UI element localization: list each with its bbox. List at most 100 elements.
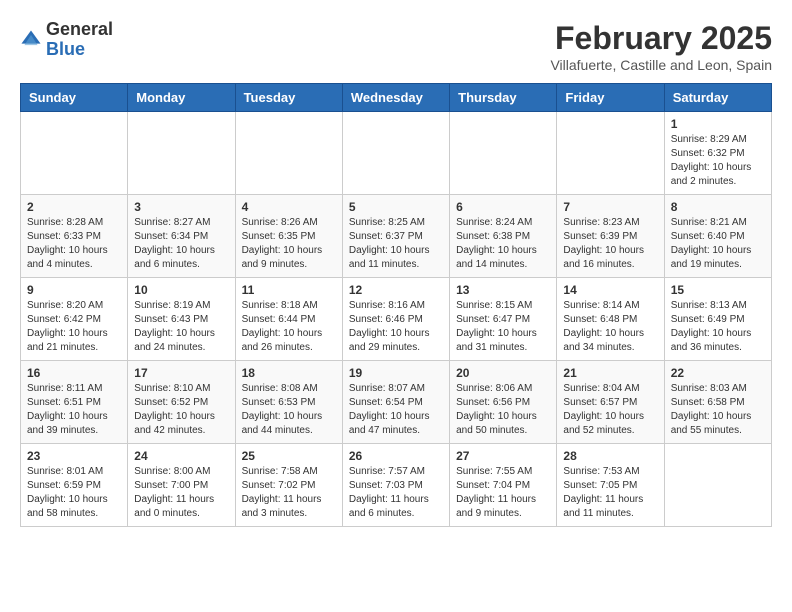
weekday-header: Tuesday — [235, 84, 342, 112]
day-number: 6 — [456, 200, 550, 214]
day-info: Sunrise: 8:20 AMSunset: 6:42 PMDaylight:… — [27, 299, 121, 355]
calendar-cell: 6 Sunrise: 8:24 AMSunset: 6:38 PMDaylight… — [450, 195, 557, 278]
logo: General Blue — [20, 20, 113, 60]
calendar-cell: 1Sunrise: 8:29 AMSunset: 6:32 PMDaylight… — [664, 112, 771, 195]
day-number: 28 — [563, 449, 657, 463]
day-info: Sunrise: 7:53 AMSunset: 7:05 PMDaylight:… — [563, 465, 657, 521]
day-info: Sunrise: 8:08 AMSunset: 6:53 PMDaylight:… — [242, 382, 336, 438]
calendar-cell: 13 Sunrise: 8:15 AMSunset: 6:47 PMDayligh… — [450, 278, 557, 361]
calendar-cell — [664, 444, 771, 527]
calendar-cell: 3 Sunrise: 8:27 AMSunset: 6:34 PMDaylight… — [128, 195, 235, 278]
calendar-cell — [450, 112, 557, 195]
calendar-week-row: 16 Sunrise: 8:11 AMSunset: 6:51 PMDayligh… — [21, 361, 772, 444]
weekday-header: Sunday — [21, 84, 128, 112]
calendar-cell — [21, 112, 128, 195]
day-number: 2 — [27, 200, 121, 214]
day-number: 9 — [27, 283, 121, 297]
day-info: Sunrise: 8:23 AMSunset: 6:39 PMDaylight:… — [563, 216, 657, 272]
calendar-cell: 14 Sunrise: 8:14 AMSunset: 6:48 PMDayligh… — [557, 278, 664, 361]
day-number: 25 — [242, 449, 336, 463]
day-number: 14 — [563, 283, 657, 297]
weekday-header: Friday — [557, 84, 664, 112]
calendar-cell: 10 Sunrise: 8:19 AMSunset: 6:43 PMDayligh… — [128, 278, 235, 361]
day-number: 3 — [134, 200, 228, 214]
day-info: Sunrise: 8:00 AMSunset: 7:00 PMDaylight:… — [134, 465, 228, 521]
calendar-cell: 23Sunrise: 8:01 AMSunset: 6:59 PMDayligh… — [21, 444, 128, 527]
day-info: Sunrise: 8:24 AMSunset: 6:38 PMDaylight:… — [456, 216, 550, 272]
day-info: Sunrise: 8:10 AMSunset: 6:52 PMDaylight:… — [134, 382, 228, 438]
weekday-header: Thursday — [450, 84, 557, 112]
day-number: 18 — [242, 366, 336, 380]
calendar-cell: 27 Sunrise: 7:55 AMSunset: 7:04 PMDayligh… — [450, 444, 557, 527]
calendar-cell: 21 Sunrise: 8:04 AMSunset: 6:57 PMDayligh… — [557, 361, 664, 444]
day-info: Sunrise: 8:11 AMSunset: 6:51 PMDaylight:… — [27, 382, 121, 438]
day-info: Sunrise: 8:03 AMSunset: 6:58 PMDaylight:… — [671, 382, 765, 438]
day-number: 5 — [349, 200, 443, 214]
calendar-week-row: 23Sunrise: 8:01 AMSunset: 6:59 PMDayligh… — [21, 444, 772, 527]
calendar-week-row: 1Sunrise: 8:29 AMSunset: 6:32 PMDaylight… — [21, 112, 772, 195]
calendar-cell: 25 Sunrise: 7:58 AMSunset: 7:02 PMDayligh… — [235, 444, 342, 527]
day-number: 10 — [134, 283, 228, 297]
calendar-cell — [342, 112, 449, 195]
weekday-header: Saturday — [664, 84, 771, 112]
day-number: 19 — [349, 366, 443, 380]
calendar-cell: 16 Sunrise: 8:11 AMSunset: 6:51 PMDayligh… — [21, 361, 128, 444]
calendar-week-row: 2 Sunrise: 8:28 AMSunset: 6:33 PMDaylight… — [21, 195, 772, 278]
day-number: 22 — [671, 366, 765, 380]
day-number: 12 — [349, 283, 443, 297]
day-number: 17 — [134, 366, 228, 380]
calendar-cell — [128, 112, 235, 195]
title-block: February 2025 Villafuerte, Castille and … — [550, 20, 772, 73]
day-info: Sunrise: 8:15 AMSunset: 6:47 PMDaylight:… — [456, 299, 550, 355]
day-info: Sunrise: 7:57 AMSunset: 7:03 PMDaylight:… — [349, 465, 443, 521]
day-number: 11 — [242, 283, 336, 297]
calendar-cell: 17 Sunrise: 8:10 AMSunset: 6:52 PMDayligh… — [128, 361, 235, 444]
day-info: Sunrise: 8:04 AMSunset: 6:57 PMDaylight:… — [563, 382, 657, 438]
page-header: General Blue February 2025 Villafuerte, … — [20, 20, 772, 73]
calendar-cell: 19Sunrise: 8:07 AMSunset: 6:54 PMDayligh… — [342, 361, 449, 444]
logo-icon — [20, 29, 42, 51]
calendar-cell: 8 Sunrise: 8:21 AMSunset: 6:40 PMDaylight… — [664, 195, 771, 278]
weekday-header: Monday — [128, 84, 235, 112]
day-info: Sunrise: 8:26 AMSunset: 6:35 PMDaylight:… — [242, 216, 336, 272]
calendar-cell: 12 Sunrise: 8:16 AMSunset: 6:46 PMDayligh… — [342, 278, 449, 361]
day-info: Sunrise: 8:19 AMSunset: 6:43 PMDaylight:… — [134, 299, 228, 355]
calendar-cell: 9 Sunrise: 8:20 AMSunset: 6:42 PMDaylight… — [21, 278, 128, 361]
location-subtitle: Villafuerte, Castille and Leon, Spain — [550, 57, 772, 73]
day-info: Sunrise: 8:25 AMSunset: 6:37 PMDaylight:… — [349, 216, 443, 272]
calendar-cell: 28 Sunrise: 7:53 AMSunset: 7:05 PMDayligh… — [557, 444, 664, 527]
day-info: Sunrise: 8:28 AMSunset: 6:33 PMDaylight:… — [27, 216, 121, 272]
day-number: 13 — [456, 283, 550, 297]
month-year-title: February 2025 — [550, 20, 772, 57]
day-number: 16 — [27, 366, 121, 380]
calendar-table: SundayMondayTuesdayWednesdayThursdayFrid… — [20, 83, 772, 527]
calendar-cell: 11Sunrise: 8:18 AMSunset: 6:44 PMDayligh… — [235, 278, 342, 361]
day-number: 7 — [563, 200, 657, 214]
day-number: 21 — [563, 366, 657, 380]
day-info: Sunrise: 8:27 AMSunset: 6:34 PMDaylight:… — [134, 216, 228, 272]
calendar-cell: 24 Sunrise: 8:00 AMSunset: 7:00 PMDayligh… — [128, 444, 235, 527]
calendar-cell: 2 Sunrise: 8:28 AMSunset: 6:33 PMDaylight… — [21, 195, 128, 278]
day-info: Sunrise: 8:06 AMSunset: 6:56 PMDaylight:… — [456, 382, 550, 438]
day-number: 4 — [242, 200, 336, 214]
calendar-cell: 20Sunrise: 8:06 AMSunset: 6:56 PMDayligh… — [450, 361, 557, 444]
day-info: Sunrise: 8:16 AMSunset: 6:46 PMDaylight:… — [349, 299, 443, 355]
day-number: 26 — [349, 449, 443, 463]
day-info: Sunrise: 8:14 AMSunset: 6:48 PMDaylight:… — [563, 299, 657, 355]
day-info: Sunrise: 7:55 AMSunset: 7:04 PMDaylight:… — [456, 465, 550, 521]
calendar-cell: 15 Sunrise: 8:13 AMSunset: 6:49 PMDayligh… — [664, 278, 771, 361]
day-info: Sunrise: 8:21 AMSunset: 6:40 PMDaylight:… — [671, 216, 765, 272]
calendar-header-row: SundayMondayTuesdayWednesdayThursdayFrid… — [21, 84, 772, 112]
day-info: Sunrise: 7:58 AMSunset: 7:02 PMDaylight:… — [242, 465, 336, 521]
logo-general-text: General — [46, 19, 113, 39]
day-info: Sunrise: 8:29 AMSunset: 6:32 PMDaylight:… — [671, 133, 765, 189]
day-number: 27 — [456, 449, 550, 463]
calendar-cell: 26 Sunrise: 7:57 AMSunset: 7:03 PMDayligh… — [342, 444, 449, 527]
day-number: 15 — [671, 283, 765, 297]
calendar-week-row: 9 Sunrise: 8:20 AMSunset: 6:42 PMDaylight… — [21, 278, 772, 361]
day-info: Sunrise: 8:13 AMSunset: 6:49 PMDaylight:… — [671, 299, 765, 355]
calendar-cell: 4 Sunrise: 8:26 AMSunset: 6:35 PMDaylight… — [235, 195, 342, 278]
day-number: 8 — [671, 200, 765, 214]
day-number: 24 — [134, 449, 228, 463]
calendar-cell: 7 Sunrise: 8:23 AMSunset: 6:39 PMDaylight… — [557, 195, 664, 278]
